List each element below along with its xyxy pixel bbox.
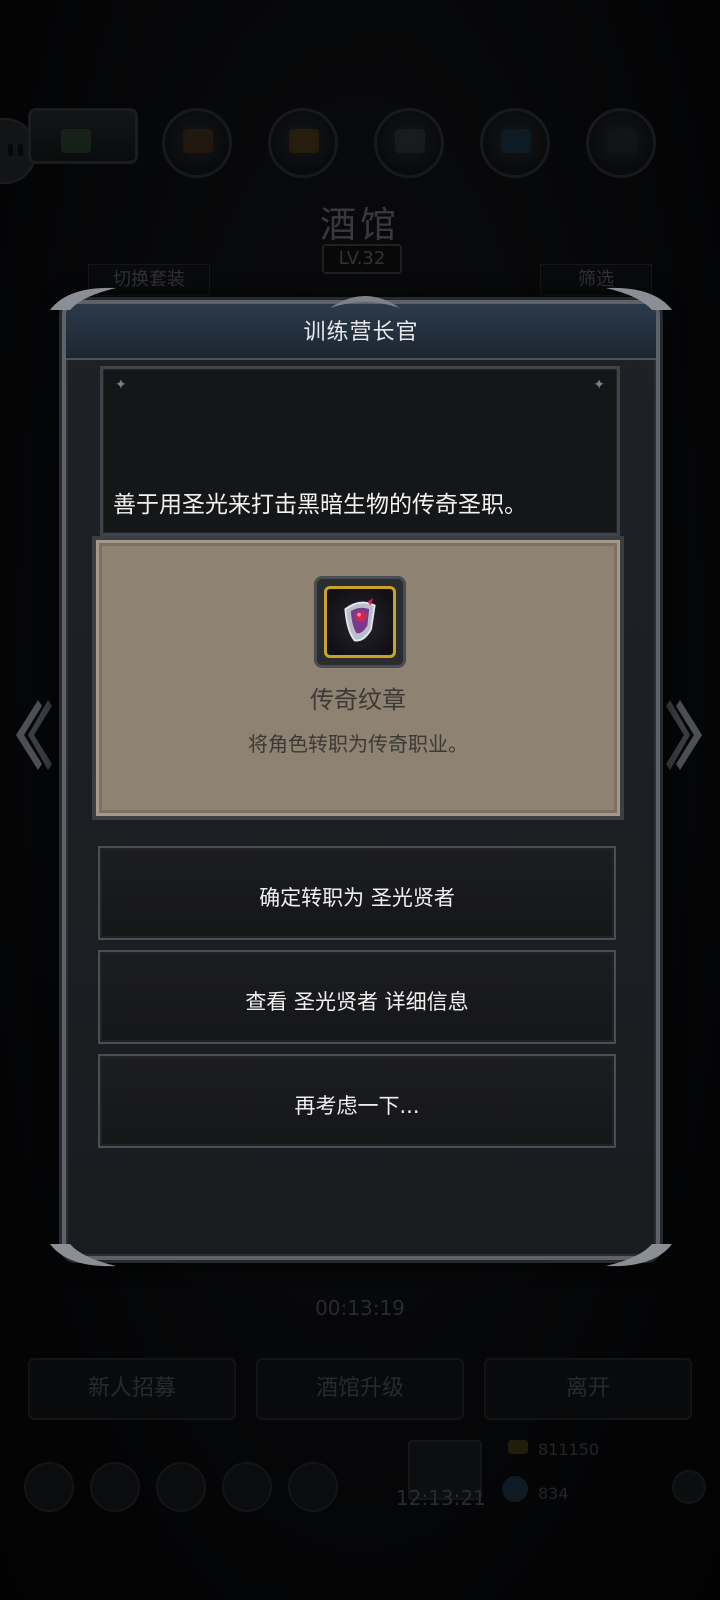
recruit-button[interactable]: 新人招募: [28, 1358, 236, 1420]
item-name: 传奇纹章: [310, 686, 406, 714]
description-box: ✦ ✦ 善于用圣光来打击黑暗生物的传奇圣职。: [100, 366, 620, 536]
tavern-level: LV.32: [322, 244, 402, 274]
menu-icon-3[interactable]: [156, 1462, 206, 1512]
sparkle-icon: ✦: [115, 377, 127, 393]
menu-icon-2[interactable]: [90, 1462, 140, 1512]
priest-class-icon: [501, 129, 531, 153]
tavern-title: 酒馆: [319, 205, 400, 246]
ornament-bottom-right-icon: [604, 1242, 674, 1272]
sparkle-icon: ✦: [593, 377, 605, 393]
dialog-title: 训练营长官: [303, 320, 419, 345]
confirm-label: 确定转职为 圣光贤者: [259, 886, 455, 910]
rogue-class-icon: [395, 129, 425, 153]
tab-archer[interactable]: [586, 108, 656, 178]
settings-gear-icon[interactable]: [672, 1470, 706, 1504]
ornament-top-right-icon: [604, 282, 674, 312]
warrior-class-icon: [183, 129, 213, 153]
confirm-class-change-button[interactable]: 确定转职为 圣光贤者: [98, 846, 616, 940]
gold-icon: [508, 1440, 528, 1454]
recruit-timer: 00:13:19: [315, 1296, 405, 1320]
tab-priest[interactable]: [480, 108, 550, 178]
view-class-details-button[interactable]: 查看 圣光贤者 详细信息: [98, 950, 616, 1044]
menu-icon-4[interactable]: [222, 1462, 272, 1512]
item-icon-frame: [314, 576, 406, 668]
gem-amount: 834: [538, 1484, 569, 1503]
class-description: 善于用圣光来打击黑暗生物的传奇圣职。: [113, 492, 527, 518]
reconsider-label: 再考虑一下...: [294, 1094, 420, 1118]
leave-button[interactable]: 离开: [484, 1358, 692, 1420]
top-tab-bar: [0, 100, 720, 180]
gem-icon: [502, 1476, 528, 1502]
previous-arrow-icon[interactable]: [8, 690, 58, 780]
mage-class-icon: [289, 129, 319, 153]
ornament-bottom-left-icon: [48, 1242, 118, 1272]
gold-amount: 811150: [538, 1440, 600, 1459]
reconsider-button[interactable]: 再考虑一下...: [98, 1054, 616, 1148]
ornament-top-left-icon: [48, 282, 118, 312]
game-screen: 酒馆 LV.32 切换套装 筛选 00:13:19 新人招募 酒馆升级 离开 1…: [0, 0, 720, 1600]
archer-class-icon: [607, 129, 637, 153]
tab-rogue[interactable]: [374, 108, 444, 178]
tab-warrior[interactable]: [162, 108, 232, 178]
tab-heroes[interactable]: [28, 108, 138, 164]
hero-tab-icon: [61, 129, 91, 153]
tavern-upgrade-button[interactable]: 酒馆升级: [256, 1358, 464, 1420]
ornament-top-center-icon: [330, 288, 400, 318]
legendary-emblem-icon: [324, 586, 396, 658]
class-change-dialog: 训练营长官 ✦ ✦ 善于用圣光来打击黑暗生物的传奇圣职。 传奇纹章 将角色转职为…: [50, 287, 672, 1267]
chest-timer: 12:13:21: [396, 1486, 486, 1510]
tab-mage[interactable]: [268, 108, 338, 178]
required-item-card: 传奇纹章 将角色转职为传奇职业。: [92, 536, 624, 820]
menu-icon-5[interactable]: [288, 1462, 338, 1512]
next-arrow-icon[interactable]: [660, 690, 710, 780]
item-effect: 将角色转职为传奇职业。: [248, 732, 468, 756]
menu-icon-1[interactable]: [24, 1462, 74, 1512]
view-details-label: 查看 圣光贤者 详细信息: [245, 990, 469, 1014]
